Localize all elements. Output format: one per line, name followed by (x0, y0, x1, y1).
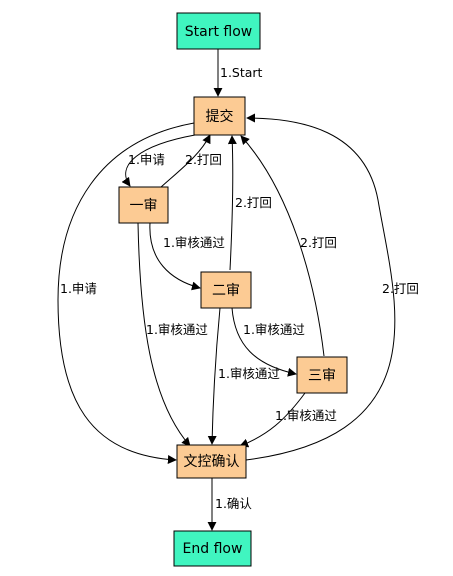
node-review3-label: 三审 (308, 368, 336, 384)
node-review2-label: 二审 (212, 283, 240, 299)
node-start: Start flow (176, 12, 261, 50)
label-review1-to-submit: 2.打回 (185, 152, 222, 167)
node-start-label: Start flow (185, 24, 252, 40)
label-review3-to-submit: 2.打回 (300, 235, 337, 250)
label-review1-to-confirm: 1.审核通过 (146, 322, 208, 337)
node-end-label: End flow (183, 541, 243, 557)
label-review2-to-submit: 2.打回 (235, 195, 272, 210)
node-confirm: 文控确认 (176, 444, 247, 479)
label-submit-to-confirm: 1.申请 (60, 281, 97, 296)
flow-diagram: 1.Start 1.申请 2.打回 2.打回 2.打回 2.打回 1.申请 1.… (57, 12, 419, 567)
label-review2-to-confirm: 1.审核通过 (218, 366, 280, 381)
node-review1-label: 一审 (130, 198, 158, 214)
node-review1: 一审 (118, 186, 169, 224)
node-submit-label: 提交 (206, 108, 234, 125)
edge-review2-to-submit (227, 135, 237, 271)
node-end: End flow (173, 530, 252, 567)
node-submit: 提交 (193, 96, 246, 136)
edge-review2-to-review3 (231, 307, 297, 377)
label-review3-to-confirm: 1.审核通过 (275, 408, 337, 423)
node-confirm-label: 文控确认 (184, 454, 240, 470)
node-review2: 二审 (200, 271, 252, 309)
label-confirm-to-end: 1.确认 (215, 496, 252, 511)
label-submit-to-review1: 1.申请 (128, 152, 165, 167)
label-confirm-to-submit: 2.打回 (382, 281, 419, 296)
node-review3: 三审 (296, 356, 348, 394)
edge-review1-to-review2 (149, 222, 201, 291)
label-start: 1.Start (220, 65, 263, 80)
label-review1-to-review2: 1.审核通过 (163, 235, 225, 250)
label-review2-to-review3: 1.审核通过 (243, 322, 305, 337)
